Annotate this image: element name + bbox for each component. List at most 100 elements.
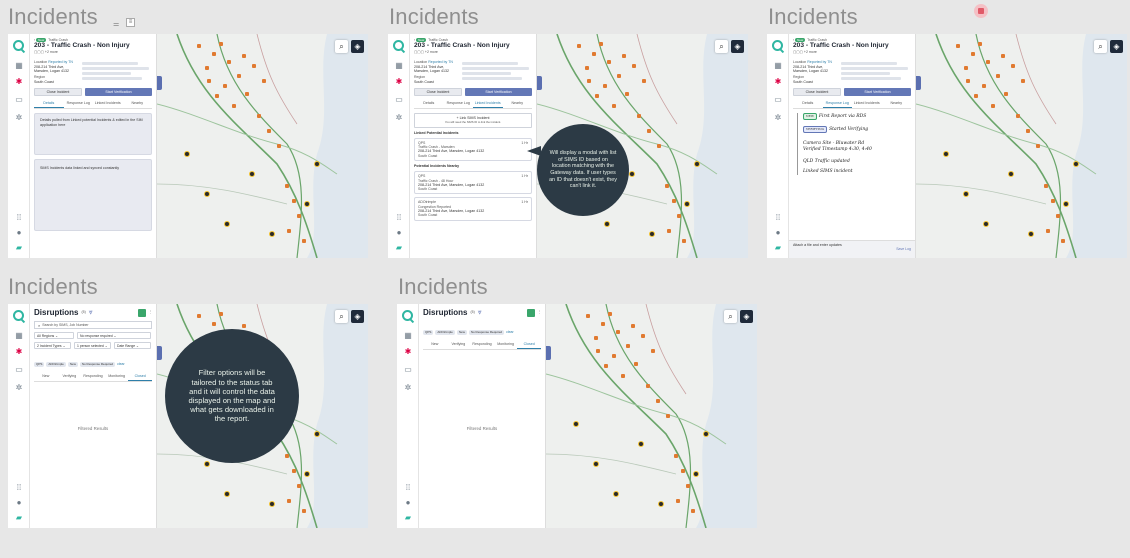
settings-icon[interactable]: ✲ bbox=[773, 114, 783, 122]
nearby-card[interactable]: ADOtrimple 1 Hr Congestion Reported 208-2… bbox=[414, 197, 532, 221]
tab-response-log[interactable]: Response Log bbox=[822, 100, 852, 109]
settings-icon[interactable]: ✲ bbox=[14, 384, 24, 392]
layers-icon[interactable]: ◈ bbox=[351, 310, 364, 323]
apps-icon[interactable]: ⁞⁞ bbox=[394, 214, 404, 222]
collapse-panel-handle[interactable] bbox=[157, 346, 162, 360]
filter-chip[interactable]: QPS bbox=[34, 362, 45, 367]
incidents-icon[interactable]: ✱ bbox=[403, 348, 413, 356]
user-icon[interactable]: ● bbox=[14, 229, 24, 237]
clear-filters-link[interactable]: clear bbox=[117, 362, 125, 366]
chat-icon[interactable]: ▰ bbox=[394, 244, 404, 252]
layers-icon[interactable]: ◈ bbox=[731, 40, 744, 53]
chat-icon[interactable]: ▰ bbox=[773, 244, 783, 252]
tab-nearby[interactable]: Nearby bbox=[882, 100, 912, 108]
collapse-panel-handle[interactable] bbox=[916, 76, 921, 90]
filter-chip[interactable]: No Response Required bbox=[79, 362, 116, 367]
incidents-icon[interactable]: ✱ bbox=[14, 348, 24, 356]
date-filter[interactable]: Date Range ⌄ bbox=[114, 342, 151, 349]
incidents-icon[interactable]: ✱ bbox=[14, 78, 24, 86]
app-logo[interactable] bbox=[13, 40, 24, 51]
dashboard-icon[interactable]: ▦ bbox=[773, 62, 783, 70]
dashboard-icon[interactable]: ▦ bbox=[403, 332, 413, 340]
tab-new[interactable]: New bbox=[34, 373, 58, 381]
close-incident-button[interactable]: Close Incident bbox=[793, 88, 841, 97]
app-logo[interactable] bbox=[13, 310, 24, 321]
tab-closed[interactable]: Closed bbox=[517, 341, 541, 349]
tab-responding[interactable]: Responding bbox=[470, 341, 494, 349]
tab-linked-incidents[interactable]: Linked Incidents bbox=[473, 100, 503, 109]
close-incident-button[interactable]: Close Incident bbox=[34, 88, 82, 97]
user-icon[interactable]: ● bbox=[394, 229, 404, 237]
user-icon[interactable]: ● bbox=[403, 499, 413, 507]
start-verification-button[interactable]: Start Verification bbox=[465, 88, 532, 97]
tab-nearby[interactable]: Nearby bbox=[503, 100, 533, 108]
user-icon[interactable]: ● bbox=[773, 229, 783, 237]
settings-icon[interactable]: ✲ bbox=[403, 384, 413, 392]
dashboard-icon[interactable]: ▦ bbox=[14, 332, 24, 340]
tab-monitoring[interactable]: Monitoring bbox=[105, 373, 129, 381]
bus-icon[interactable]: ▭ bbox=[403, 366, 413, 374]
more-icon[interactable]: ⋮ bbox=[538, 310, 542, 314]
dashboard-icon[interactable]: ▦ bbox=[14, 62, 24, 70]
apps-icon[interactable]: ⁞⁞ bbox=[14, 484, 24, 492]
bus-icon[interactable]: ▭ bbox=[14, 366, 24, 374]
map-search-icon[interactable]: ⌕ bbox=[715, 40, 728, 53]
tab-linked-incidents[interactable]: Linked Incidents bbox=[852, 100, 882, 108]
filter-chip[interactable]: QPS bbox=[423, 330, 434, 335]
tab-details[interactable]: Details bbox=[414, 100, 444, 108]
save-log-button[interactable]: Save Log bbox=[793, 247, 911, 251]
app-logo[interactable] bbox=[402, 310, 413, 321]
user-icon[interactable]: ● bbox=[14, 499, 24, 507]
filter-chip[interactable]: New bbox=[456, 330, 467, 335]
region-filter[interactable]: All Regions ⌄ bbox=[34, 332, 74, 339]
map-view[interactable]: ⌕ ◈ bbox=[546, 304, 757, 528]
start-verification-button[interactable]: Start Verification bbox=[85, 88, 152, 97]
tab-details[interactable]: Details bbox=[34, 100, 64, 109]
incidents-icon[interactable]: ✱ bbox=[394, 78, 404, 86]
response-filter[interactable]: No response required ⌄ bbox=[77, 332, 151, 339]
apps-icon[interactable]: ⁞⁞ bbox=[14, 214, 24, 222]
clear-filters-link[interactable]: clear bbox=[506, 330, 514, 334]
log-input[interactable]: Attach a file and enter updates Save Log bbox=[789, 240, 915, 258]
filter-chip[interactable]: ADOtrimple bbox=[435, 330, 455, 335]
bus-icon[interactable]: ▭ bbox=[394, 96, 404, 104]
layers-icon[interactable]: ◈ bbox=[1110, 40, 1123, 53]
incidents-icon[interactable]: ✱ bbox=[773, 78, 783, 86]
dashboard-icon[interactable]: ▦ bbox=[394, 62, 404, 70]
map-search-icon[interactable]: ⌕ bbox=[724, 310, 737, 323]
tab-monitoring[interactable]: Monitoring bbox=[494, 341, 518, 349]
tab-closed[interactable]: Closed bbox=[128, 373, 152, 381]
filter-chip[interactable]: No Response Required bbox=[468, 330, 505, 335]
chat-icon[interactable]: ▰ bbox=[403, 514, 413, 522]
tab-new[interactable]: New bbox=[423, 341, 447, 349]
link-sims-button[interactable]: + Link SIMS Incident You will need the S… bbox=[414, 113, 532, 128]
tab-responding[interactable]: Responding bbox=[81, 373, 105, 381]
app-logo[interactable] bbox=[393, 40, 404, 51]
filter-icon[interactable]: ⚌ bbox=[113, 20, 119, 28]
filter-icon[interactable]: ⩔ bbox=[89, 309, 93, 317]
download-icon[interactable] bbox=[526, 308, 535, 317]
apps-icon[interactable]: ⁞⁞ bbox=[773, 214, 783, 222]
map-search-icon[interactable]: ⌕ bbox=[335, 40, 348, 53]
start-verification-button[interactable]: Start Verification bbox=[844, 88, 911, 97]
filter-chip[interactable]: New bbox=[67, 362, 78, 367]
tab-nearby[interactable]: Nearby bbox=[123, 100, 153, 108]
settings-icon[interactable]: ✲ bbox=[394, 114, 404, 122]
tab-response-log[interactable]: Response Log bbox=[444, 100, 474, 108]
tab-details[interactable]: Details bbox=[793, 100, 823, 108]
chat-icon[interactable]: ▰ bbox=[14, 244, 24, 252]
map-view[interactable]: ⌕ ◈ bbox=[916, 34, 1127, 258]
collapse-panel-handle[interactable] bbox=[537, 76, 542, 90]
list-icon[interactable]: ≡ bbox=[126, 18, 135, 27]
layers-icon[interactable]: ◈ bbox=[351, 40, 364, 53]
tab-verifying[interactable]: Verifying bbox=[58, 373, 82, 381]
nearby-card[interactable]: QPS 1 Hr Traffic Crash - 48 Hour 208-214 … bbox=[414, 171, 532, 195]
chat-icon[interactable]: ▰ bbox=[14, 514, 24, 522]
settings-icon[interactable]: ✲ bbox=[14, 114, 24, 122]
app-logo[interactable] bbox=[772, 40, 783, 51]
more-icon[interactable]: ⋮ bbox=[149, 310, 153, 314]
search-input[interactable]: ⌕ Search by SIMS, Job Number bbox=[34, 321, 152, 329]
collapse-panel-handle[interactable] bbox=[546, 346, 551, 360]
map-search-icon[interactable]: ⌕ bbox=[1094, 40, 1107, 53]
tab-response-log[interactable]: Response Log bbox=[64, 100, 94, 108]
